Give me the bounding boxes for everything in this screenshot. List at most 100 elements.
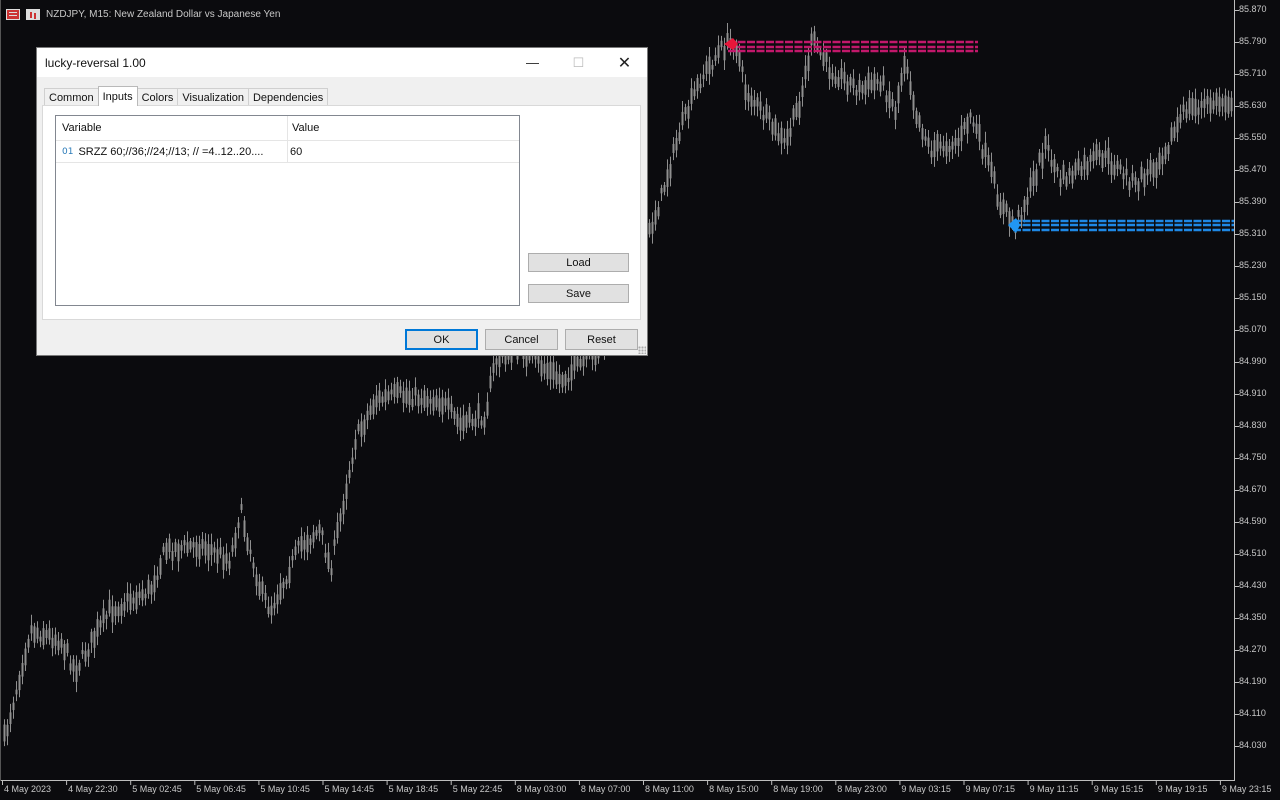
candle-body	[834, 76, 837, 84]
candle-body	[1047, 145, 1050, 151]
tab-inputs[interactable]: Inputs	[97, 86, 138, 106]
candle-body	[648, 222, 651, 235]
candle-body	[1125, 168, 1128, 176]
candle-body	[156, 575, 159, 580]
candle-body	[783, 138, 786, 143]
cancel-button[interactable]: Cancel	[485, 329, 558, 350]
resize-grip-icon[interactable]	[638, 346, 646, 354]
price-label: 84.670	[1239, 484, 1267, 494]
time-label: 8 May 07:00	[580, 784, 631, 794]
candle-body	[1194, 98, 1197, 117]
variable-column-header[interactable]: Variable	[56, 116, 288, 140]
price-label: 85.550	[1239, 132, 1267, 142]
candle-body	[105, 614, 108, 620]
candle-body	[18, 674, 21, 691]
candle-body	[1176, 116, 1179, 133]
minimize-button[interactable]: —	[510, 48, 555, 77]
candle-body	[420, 398, 423, 405]
candle-body	[249, 549, 252, 554]
time-label: 4 May 22:30	[68, 784, 118, 794]
candle-body	[747, 93, 750, 102]
close-button[interactable]: ✕	[602, 48, 647, 77]
candle-body	[237, 522, 240, 529]
candle-body	[1083, 154, 1086, 170]
dialog-titlebar[interactable]: lucky-reversal 1.00 — ☐ ✕	[37, 48, 647, 77]
chart-type-icon[interactable]	[26, 8, 40, 20]
candle-body	[1215, 92, 1218, 106]
candle-body	[285, 579, 288, 585]
candle-body	[471, 418, 474, 427]
table-row[interactable]: 01 SRZZ 60;//36;//24;//13; // =4..12..20…	[56, 141, 519, 163]
candle-body	[291, 555, 294, 561]
candle-body	[843, 71, 846, 84]
maximize-button[interactable]: ☐	[556, 48, 601, 77]
candle-body	[849, 76, 852, 86]
candle-body	[564, 373, 567, 386]
candle-body	[1146, 169, 1149, 176]
candle-body	[231, 545, 234, 552]
candle-body	[1065, 176, 1068, 187]
candle-body	[837, 77, 840, 87]
candle-body	[366, 410, 369, 421]
candle-body	[705, 61, 708, 74]
candle-body	[486, 401, 489, 416]
candle-body	[1200, 100, 1203, 108]
candle-body	[321, 530, 324, 536]
candle-body	[300, 536, 303, 552]
tab-common[interactable]: Common	[44, 88, 99, 106]
load-button[interactable]: Load	[528, 253, 629, 272]
candle-body	[306, 534, 309, 553]
candle-body	[129, 593, 132, 610]
save-button[interactable]: Save	[528, 284, 629, 303]
candle-body	[378, 390, 381, 403]
candle-body	[948, 145, 951, 152]
ok-button[interactable]: OK	[405, 329, 478, 350]
value-column-header[interactable]: Value	[288, 116, 519, 140]
candle-body	[123, 601, 126, 611]
candle-body	[6, 724, 9, 737]
candle-body	[684, 107, 687, 115]
candle-body	[258, 581, 261, 596]
tab-colors[interactable]: Colors	[136, 88, 179, 106]
candle-body	[297, 540, 300, 546]
candle-body	[792, 108, 795, 120]
indicator-properties-dialog: lucky-reversal 1.00 — ☐ ✕ Common Inputs …	[36, 47, 648, 356]
candle-body	[426, 396, 429, 408]
reset-button[interactable]: Reset	[565, 329, 638, 350]
candle-body	[900, 73, 903, 86]
price-label: 84.750	[1239, 452, 1267, 462]
value-cell[interactable]: 60	[288, 141, 519, 162]
candle-body	[1104, 150, 1107, 158]
candle-body	[393, 384, 396, 397]
candle-body	[690, 88, 693, 104]
candle-body	[924, 136, 927, 141]
candle-body	[438, 398, 441, 412]
candle-body	[975, 123, 978, 134]
candle-body	[345, 483, 348, 499]
candle-body	[1197, 107, 1200, 115]
candle-body	[381, 396, 384, 403]
candle-body	[279, 583, 282, 600]
tab-visualization[interactable]: Visualization	[177, 88, 249, 106]
candle-body	[801, 85, 804, 98]
candle-body	[87, 649, 90, 657]
candle-body	[27, 638, 30, 648]
candle-body	[1032, 171, 1035, 186]
candle-body	[363, 419, 366, 435]
candle-body	[711, 64, 714, 70]
candle-body	[183, 540, 186, 546]
integer-type-icon: 01	[62, 146, 74, 157]
chart-menu-icon[interactable]	[6, 8, 20, 20]
candle-body	[780, 127, 783, 144]
candle-body	[1053, 159, 1056, 173]
tab-dependencies[interactable]: Dependencies	[247, 88, 329, 106]
candle-body	[354, 439, 357, 450]
candle-body	[456, 413, 459, 427]
variable-cell[interactable]: 01 SRZZ 60;//36;//24;//13; // =4..12..20…	[56, 141, 288, 162]
candle-body	[42, 628, 45, 646]
candle-body	[828, 67, 831, 79]
candle-body	[939, 141, 942, 149]
candle-body	[234, 532, 237, 549]
candle-body	[177, 543, 180, 562]
candle-body	[189, 541, 192, 550]
